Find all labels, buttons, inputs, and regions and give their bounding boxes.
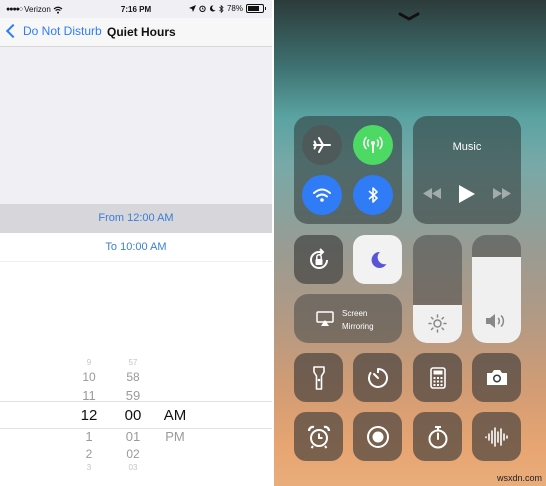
airplane-mode-button[interactable] [302,125,342,165]
picker-minute: 58 [126,370,140,384]
screen-mirroring-icon [316,311,334,326]
cellular-antenna-icon [363,136,383,153]
voice-memos-button[interactable] [472,412,521,461]
timer-button[interactable] [353,353,402,402]
do-not-disturb-button[interactable] [353,235,402,284]
picker-hour-selected: 12 [80,407,98,424]
volume-slider[interactable] [472,235,521,343]
navigation-bar: Do Not Disturb Quiet Hours [0,18,272,47]
flashlight-button[interactable] [294,353,343,402]
alarm-status-icon [199,5,206,12]
period-wheel[interactable]: AM PM [160,405,190,446]
wifi-button[interactable] [302,175,342,215]
control-center: Music Screen Mirroring wsxdn.com [274,0,546,486]
picker-minute: 59 [125,388,141,403]
battery-percent: 78% [226,4,243,13]
music-panel[interactable]: Music [413,116,521,224]
fast-forward-icon[interactable] [493,188,511,199]
calculator-icon [429,366,446,389]
volume-fill [472,256,521,343]
status-right: 78% [188,4,266,13]
timer-icon [367,367,388,388]
hour-wheel[interactable]: 9 10 11 12 1 2 3 [74,358,104,473]
calculator-button[interactable] [413,353,462,402]
picker-period-selected: AM [163,407,187,424]
stopwatch-icon [428,425,447,448]
watermark: wsxdn.com [496,473,542,483]
bluetooth-button[interactable] [353,175,393,215]
speaker-icon [486,314,505,328]
moon-icon [371,251,386,268]
record-icon [366,425,389,448]
rotation-lock-button[interactable] [294,235,343,284]
screen-mirroring-button[interactable]: Screen Mirroring [294,294,402,343]
waveform-icon [484,426,508,447]
cellular-data-button[interactable] [353,125,393,165]
to-time-row[interactable]: To 10:00 AM [0,233,272,261]
screen-mirroring-label: Screen Mirroring [342,307,374,333]
brightness-slider[interactable] [413,235,462,343]
location-icon [188,5,196,12]
picker-hour: 3 [86,463,92,472]
picker-minute: 03 [128,463,138,472]
rotation-lock-icon [309,247,328,269]
from-time-row[interactable]: From 12:00 AM [0,204,272,233]
status-bar: ●●●●○ Verizon 7:16 PM 78% [0,0,272,18]
minute-wheel[interactable]: 57 58 59 00 01 02 03 [118,358,148,473]
wifi-icon [313,188,331,202]
play-icon[interactable] [459,185,475,203]
time-picker[interactable]: 9 10 11 12 1 2 3 57 58 59 00 01 02 03 AM… [0,262,272,486]
picker-hour: 9 [86,358,92,367]
picker-hour: 1 [85,429,93,444]
flashlight-icon [312,365,325,390]
back-label: Do Not Disturb [23,24,102,38]
alarm-clock-icon [307,425,330,449]
picker-minute: 02 [126,447,140,461]
screen-recording-button[interactable] [353,412,402,461]
picker-minute-selected: 00 [124,407,142,424]
picker-period: PM [165,429,185,444]
picker-hour: 2 [85,447,93,461]
back-button[interactable]: Do Not Disturb [5,23,102,39]
connectivity-panel [294,116,402,224]
chevron-down-icon[interactable] [398,12,420,22]
picker-minute: 01 [125,429,141,444]
battery-icon [246,4,266,13]
screen-mirroring-line2: Mirroring [342,322,374,331]
chevron-left-icon [5,23,21,39]
alarm-button[interactable] [294,412,343,461]
picker-hour: 11 [82,388,96,403]
quiet-hours-screen: ●●●●○ Verizon 7:16 PM 78% Do Not Disturb… [0,0,272,486]
picker-hour: 10 [82,370,96,384]
bluetooth-status-icon [219,4,224,13]
stopwatch-button[interactable] [413,412,462,461]
camera-icon [486,370,507,385]
picker-minute: 57 [128,358,138,367]
screen-mirroring-line1: Screen [342,309,368,318]
music-title: Music [452,141,482,153]
moon-status-icon [210,5,216,12]
brightness-icon [428,314,447,333]
camera-button[interactable] [472,353,521,402]
airplane-icon [313,137,331,153]
bluetooth-icon [368,187,378,203]
page-title: Quiet Hours [107,25,176,39]
rewind-icon[interactable] [423,188,441,199]
